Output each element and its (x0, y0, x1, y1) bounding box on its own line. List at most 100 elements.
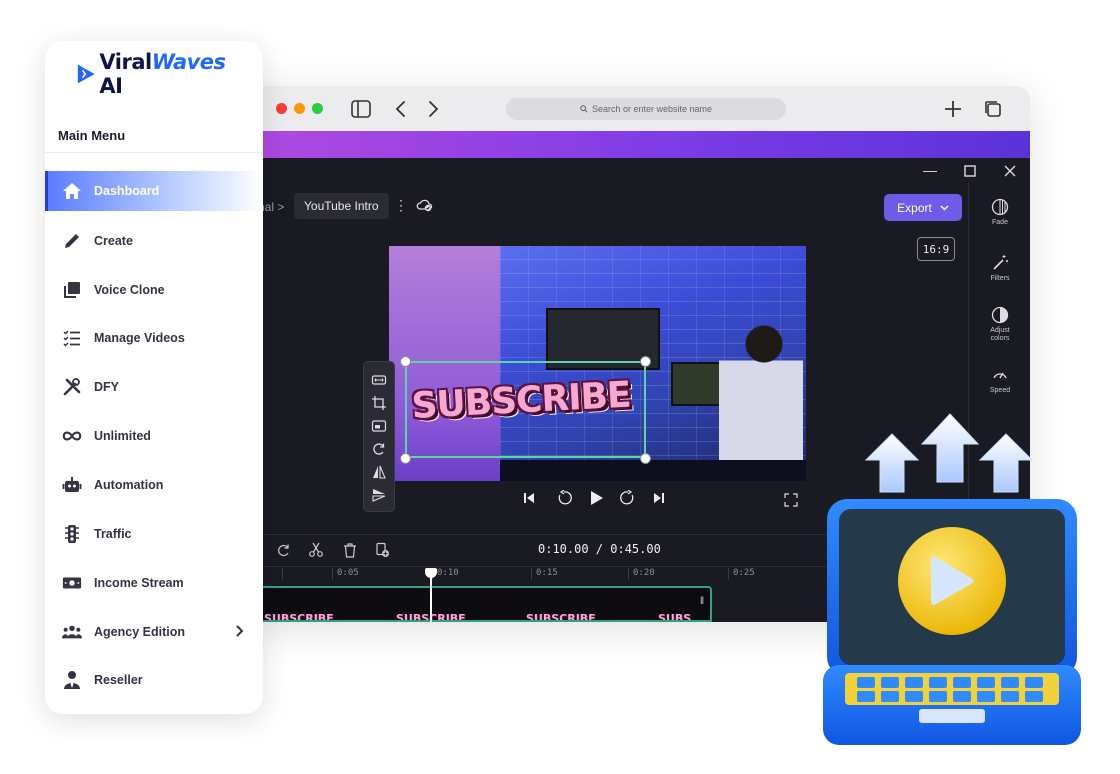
robot-icon (62, 477, 82, 492)
checklist-icon (63, 330, 80, 347)
sidebar-item-income-stream[interactable]: Income Stream (45, 563, 263, 603)
sidebar-item-dfy[interactable]: DFY (45, 367, 263, 407)
close-window-button[interactable] (276, 103, 287, 114)
clip-thumbnail-label: SUBSCRIBE (526, 612, 596, 622)
timecode: 0:10.00 / 0:45.00 (538, 542, 661, 556)
sidebar-item-label: DFY (94, 380, 119, 394)
laptop-play-illustration (823, 499, 1081, 745)
home-icon (63, 183, 81, 199)
resize-handle[interactable] (400, 453, 411, 464)
close-icon[interactable] (1004, 165, 1016, 177)
resize-handle[interactable] (640, 356, 651, 367)
ruler-tick: 0:05 (332, 568, 359, 580)
sidebar-item-agency-edition[interactable]: Agency Edition (45, 612, 263, 652)
export-label: Export (897, 200, 932, 215)
maximize-window-button[interactable] (312, 103, 323, 114)
aspect-ratio-button[interactable]: 16:9 (917, 237, 955, 261)
maximize-icon[interactable] (964, 165, 976, 177)
brand-wave: Waves (151, 50, 226, 74)
ruler-tick: 0:20 (628, 568, 655, 580)
copy-icon (64, 282, 80, 298)
user-tie-icon (64, 671, 80, 689)
sidebar-item-reseller[interactable]: Reseller (45, 660, 263, 700)
sidebar-item-unlimited[interactable]: Unlimited (45, 416, 263, 456)
cloud-saved-icon[interactable] (416, 196, 434, 214)
search-icon (580, 105, 588, 113)
fit-icon[interactable] (371, 372, 387, 388)
sidebar-item-label: Automation (94, 478, 164, 492)
chevron-down-icon (940, 205, 949, 210)
money-icon (62, 577, 82, 589)
contrast-icon (991, 306, 1009, 324)
redo-icon[interactable] (276, 542, 292, 558)
sidebar-toggle-icon[interactable] (350, 98, 372, 120)
ruler-tick (282, 568, 287, 580)
ruler-tick: 0:15 (531, 568, 558, 580)
adjust-colors-tool[interactable]: Adjust colors (969, 306, 1030, 343)
brand-logo[interactable]: ViralWaves AI (75, 50, 245, 98)
skip-forward-icon[interactable] (652, 491, 666, 505)
sidebar-item-label: Manage Videos (94, 331, 185, 345)
back-arrow-icon[interactable] (390, 98, 412, 120)
sidebar-item-traffic[interactable]: Traffic (45, 514, 263, 554)
address-bar[interactable]: Search or enter website name (506, 98, 786, 120)
fade-tool[interactable]: Fade (969, 198, 1030, 226)
clip-trim-handle[interactable]: ‖ (700, 596, 706, 616)
resize-handle[interactable] (400, 356, 411, 367)
sidebar-item-label: Unlimited (94, 429, 151, 443)
play-logo-icon (77, 64, 95, 84)
clip-thumbnail-label: SUBS (658, 612, 692, 622)
breadcrumb-separator: > (277, 200, 285, 214)
subscribe-overlay-text[interactable]: SUBSCRIBE (411, 374, 642, 446)
crop-icon[interactable] (371, 395, 387, 411)
menu-heading: Main Menu (58, 128, 126, 143)
chevron-right-icon[interactable] (235, 624, 245, 638)
project-title[interactable]: YouTube Intro (294, 193, 389, 219)
trash-icon[interactable] (342, 542, 358, 558)
sidebar-item-automation[interactable]: Automation (45, 465, 263, 505)
address-bar-placeholder: Search or enter website name (591, 104, 713, 114)
add-media-icon[interactable] (374, 542, 390, 558)
export-button[interactable]: Export (884, 194, 962, 221)
resize-handle[interactable] (640, 453, 651, 464)
sidebar-item-create[interactable]: Create (45, 221, 263, 261)
play-icon[interactable] (588, 490, 604, 506)
sidebar-item-manage-videos[interactable]: Manage Videos (45, 318, 263, 358)
sidebar-item-label: Voice Clone (94, 283, 165, 297)
magic-wand-icon (993, 255, 1008, 270)
sidebar: ViralWaves AI Main Menu Dashboard Create… (45, 41, 263, 714)
rotate-icon[interactable] (371, 441, 387, 457)
picture-in-picture-icon[interactable] (371, 418, 387, 434)
sidebar-item-label: Agency Edition (94, 625, 185, 639)
tabs-overview-icon[interactable] (982, 98, 1004, 120)
traffic-light-icon (65, 525, 79, 543)
rewind-5-icon[interactable] (556, 490, 572, 506)
fullscreen-icon[interactable] (784, 493, 798, 507)
menu-divider (45, 152, 263, 153)
scissors-icon[interactable] (308, 542, 324, 558)
filters-tool[interactable]: Filters (969, 254, 1030, 282)
playhead[interactable] (430, 574, 432, 622)
skip-back-icon[interactable] (522, 491, 536, 505)
users-icon (62, 625, 82, 639)
minimize-button[interactable]: — (923, 162, 937, 178)
filters-label: Filters (990, 275, 1010, 282)
forward-5-icon[interactable] (620, 490, 636, 506)
sidebar-item-dashboard[interactable]: Dashboard (45, 171, 263, 211)
sidebar-item-voice-clone[interactable]: Voice Clone (45, 270, 263, 310)
flip-horizontal-icon[interactable] (371, 464, 387, 480)
sidebar-item-label: Create (94, 234, 133, 248)
new-tab-plus-icon[interactable] (942, 98, 964, 120)
tools-icon (63, 378, 81, 396)
minimize-window-button[interactable] (294, 103, 305, 114)
clip-thumbnail-label: SUBSCRIBE (264, 612, 334, 622)
brand-name: ViralWaves AI (99, 50, 245, 98)
more-options-icon[interactable]: ⋮ (394, 197, 408, 214)
forward-arrow-icon[interactable] (422, 98, 444, 120)
flip-vertical-icon[interactable] (371, 487, 387, 503)
speed-tool[interactable]: Speed (969, 366, 1030, 394)
fade-label: Fade (992, 219, 1008, 226)
infinity-icon (62, 431, 82, 441)
video-track-clip[interactable]: SUBSCRIBE SUBSCRIBE SUBSCRIBE SUBS ‖ (250, 586, 712, 622)
sidebar-item-label: Dashboard (94, 184, 160, 198)
